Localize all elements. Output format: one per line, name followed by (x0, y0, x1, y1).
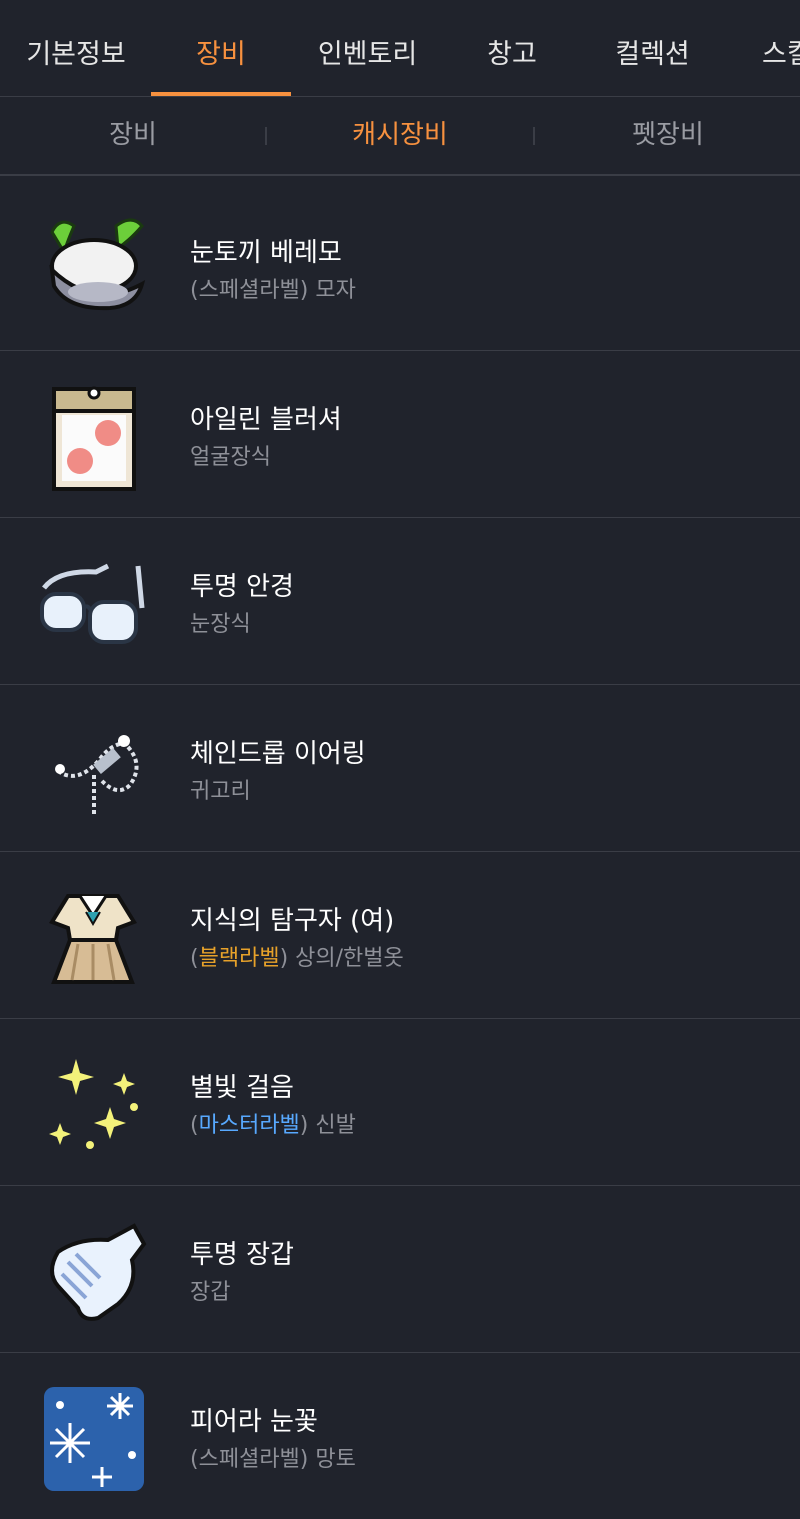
tab-equipment[interactable]: 장비 (151, 0, 291, 96)
item-subtitle: (스페셜라벨) 망토 (190, 1447, 356, 1472)
item-category: 귀고리 (190, 779, 251, 804)
item-category: 얼굴장식 (190, 445, 271, 470)
subtab-pet-equipment[interactable]: 펫장비 (535, 97, 800, 174)
item-category: 상의/한벌옷 (295, 946, 404, 971)
item-category: 눈장식 (190, 612, 251, 637)
tab-inventory[interactable]: 인벤토리 (300, 0, 435, 96)
item-label: 블랙라벨 (198, 946, 280, 971)
item-name: 체인드롭 이어링 (190, 739, 366, 769)
blusher-face-accessory-icon (38, 381, 148, 491)
list-item[interactable]: 지식의 탐구자 (여) (블랙라벨) 상의/한벌옷 (0, 852, 800, 1019)
snowflake-cape-icon (38, 1383, 148, 1493)
item-name: 투명 안경 (190, 572, 294, 602)
item-category: 신발 (315, 1113, 356, 1138)
cash-equipment-list: 눈토끼 베레모 (스페셜라벨) 모자 아일린 블러셔 얼굴장식 투명 안경 눈장… (0, 184, 800, 1519)
list-item[interactable]: 아일린 블러셔 얼굴장식 (0, 351, 800, 518)
tab-skill[interactable]: 스킬 (762, 0, 800, 96)
tab-collection[interactable]: 컬렉션 (590, 0, 715, 96)
item-name: 별빛 걸음 (190, 1073, 294, 1103)
item-name: 눈토끼 베레모 (190, 238, 342, 268)
list-item[interactable]: 별빛 걸음 (마스터라벨) 신발 (0, 1019, 800, 1186)
sub-tab-bar: 장비 캐시장비 펫장비 (0, 97, 800, 176)
subtab-cash-equipment[interactable]: 캐시장비 (267, 97, 533, 174)
item-subtitle: (스페셜라벨) 모자 (190, 278, 356, 303)
glasses-icon (38, 548, 148, 658)
sparkle-shoes-icon (38, 1049, 148, 1159)
list-item[interactable]: 눈토끼 베레모 (스페셜라벨) 모자 (0, 184, 800, 351)
snow-rabbit-beret-icon (38, 214, 148, 324)
item-category: 모자 (315, 278, 356, 303)
list-item[interactable]: 투명 안경 눈장식 (0, 518, 800, 685)
school-uniform-icon (38, 882, 148, 992)
item-category: 장갑 (190, 1280, 231, 1305)
glove-icon (38, 1216, 148, 1326)
item-name: 아일린 블러셔 (190, 405, 342, 435)
item-label: 마스터라벨 (198, 1113, 300, 1138)
item-name: 피어라 눈꽃 (190, 1407, 318, 1437)
tab-basic-info[interactable]: 기본정보 (14, 0, 138, 96)
item-subtitle: (마스터라벨) 신발 (190, 1113, 356, 1138)
main-tab-bar: 기본정보 장비 인벤토리 창고 컬렉션 스킬 (0, 0, 800, 97)
item-label: 스페셜라벨 (198, 1447, 300, 1472)
item-subtitle: (블랙라벨) 상의/한벌옷 (190, 946, 404, 971)
item-name: 투명 장갑 (190, 1240, 294, 1270)
tab-storage[interactable]: 창고 (458, 0, 566, 96)
item-label: 스페셜라벨 (198, 278, 300, 303)
subtab-equipment[interactable]: 장비 (0, 97, 266, 174)
list-item[interactable]: 투명 장갑 장갑 (0, 1186, 800, 1353)
item-category: 망토 (315, 1447, 356, 1472)
item-name: 지식의 탐구자 (여) (190, 906, 395, 936)
chain-earring-icon (38, 715, 148, 825)
list-item[interactable]: 체인드롭 이어링 귀고리 (0, 685, 800, 852)
list-item[interactable]: 피어라 눈꽃 (스페셜라벨) 망토 (0, 1353, 800, 1519)
